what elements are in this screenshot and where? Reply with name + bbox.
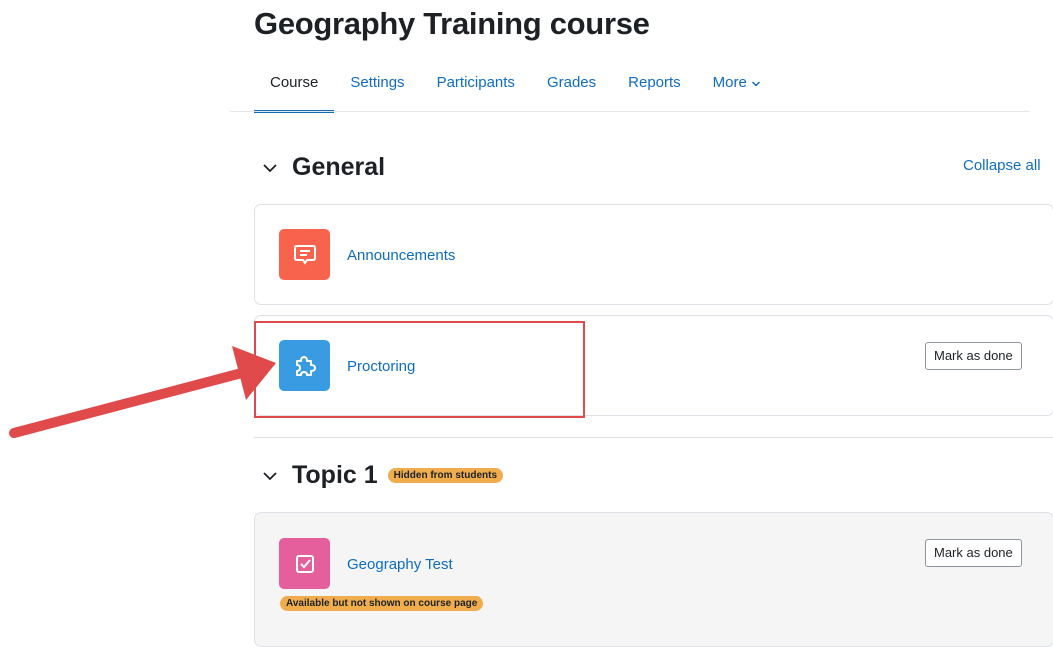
chevron-down-icon bbox=[751, 81, 760, 87]
hidden-from-students-badge: Hidden from students bbox=[387, 468, 504, 483]
activity-card-announcements: Announcements bbox=[254, 204, 1053, 305]
collapse-all-link[interactable]: Collapse all bbox=[963, 157, 1041, 174]
mark-as-done-button[interactable]: Mark as done bbox=[925, 342, 1022, 370]
tab-course[interactable]: Course bbox=[254, 60, 335, 113]
availability-badge: Available but not shown on course page bbox=[280, 596, 484, 611]
tab-participants[interactable]: Participants bbox=[421, 60, 531, 98]
chevron-down-icon[interactable] bbox=[262, 468, 278, 484]
tab-more[interactable]: More bbox=[697, 60, 777, 98]
quiz-icon bbox=[279, 538, 330, 589]
section-divider bbox=[254, 437, 1053, 438]
activity-card-geography-test: Geography Test Available but not shown o… bbox=[254, 512, 1053, 647]
mark-as-done-button[interactable]: Mark as done bbox=[925, 539, 1022, 567]
section-general-header: General bbox=[262, 153, 385, 182]
tab-grades[interactable]: Grades bbox=[531, 60, 612, 98]
forum-icon bbox=[279, 229, 330, 280]
tab-more-label: More bbox=[712, 74, 747, 91]
course-nav: Course Settings Participants Grades Repo… bbox=[254, 60, 777, 113]
annotation-highlight-box bbox=[254, 321, 585, 418]
page-title: Geography Training course bbox=[254, 6, 650, 41]
activity-link-announcements[interactable]: Announcements bbox=[347, 247, 455, 264]
section-title: Topic 1 bbox=[292, 461, 378, 489]
tab-reports[interactable]: Reports bbox=[612, 60, 697, 98]
tab-settings[interactable]: Settings bbox=[334, 60, 420, 98]
section-topic1-header: Topic 1 Hidden from students bbox=[262, 461, 504, 490]
annotation-arrow-icon bbox=[9, 346, 276, 438]
chevron-down-icon[interactable] bbox=[262, 160, 278, 176]
nav-divider bbox=[230, 111, 1030, 112]
activity-link-geography-test[interactable]: Geography Test bbox=[347, 556, 453, 573]
section-title: General bbox=[292, 153, 386, 181]
